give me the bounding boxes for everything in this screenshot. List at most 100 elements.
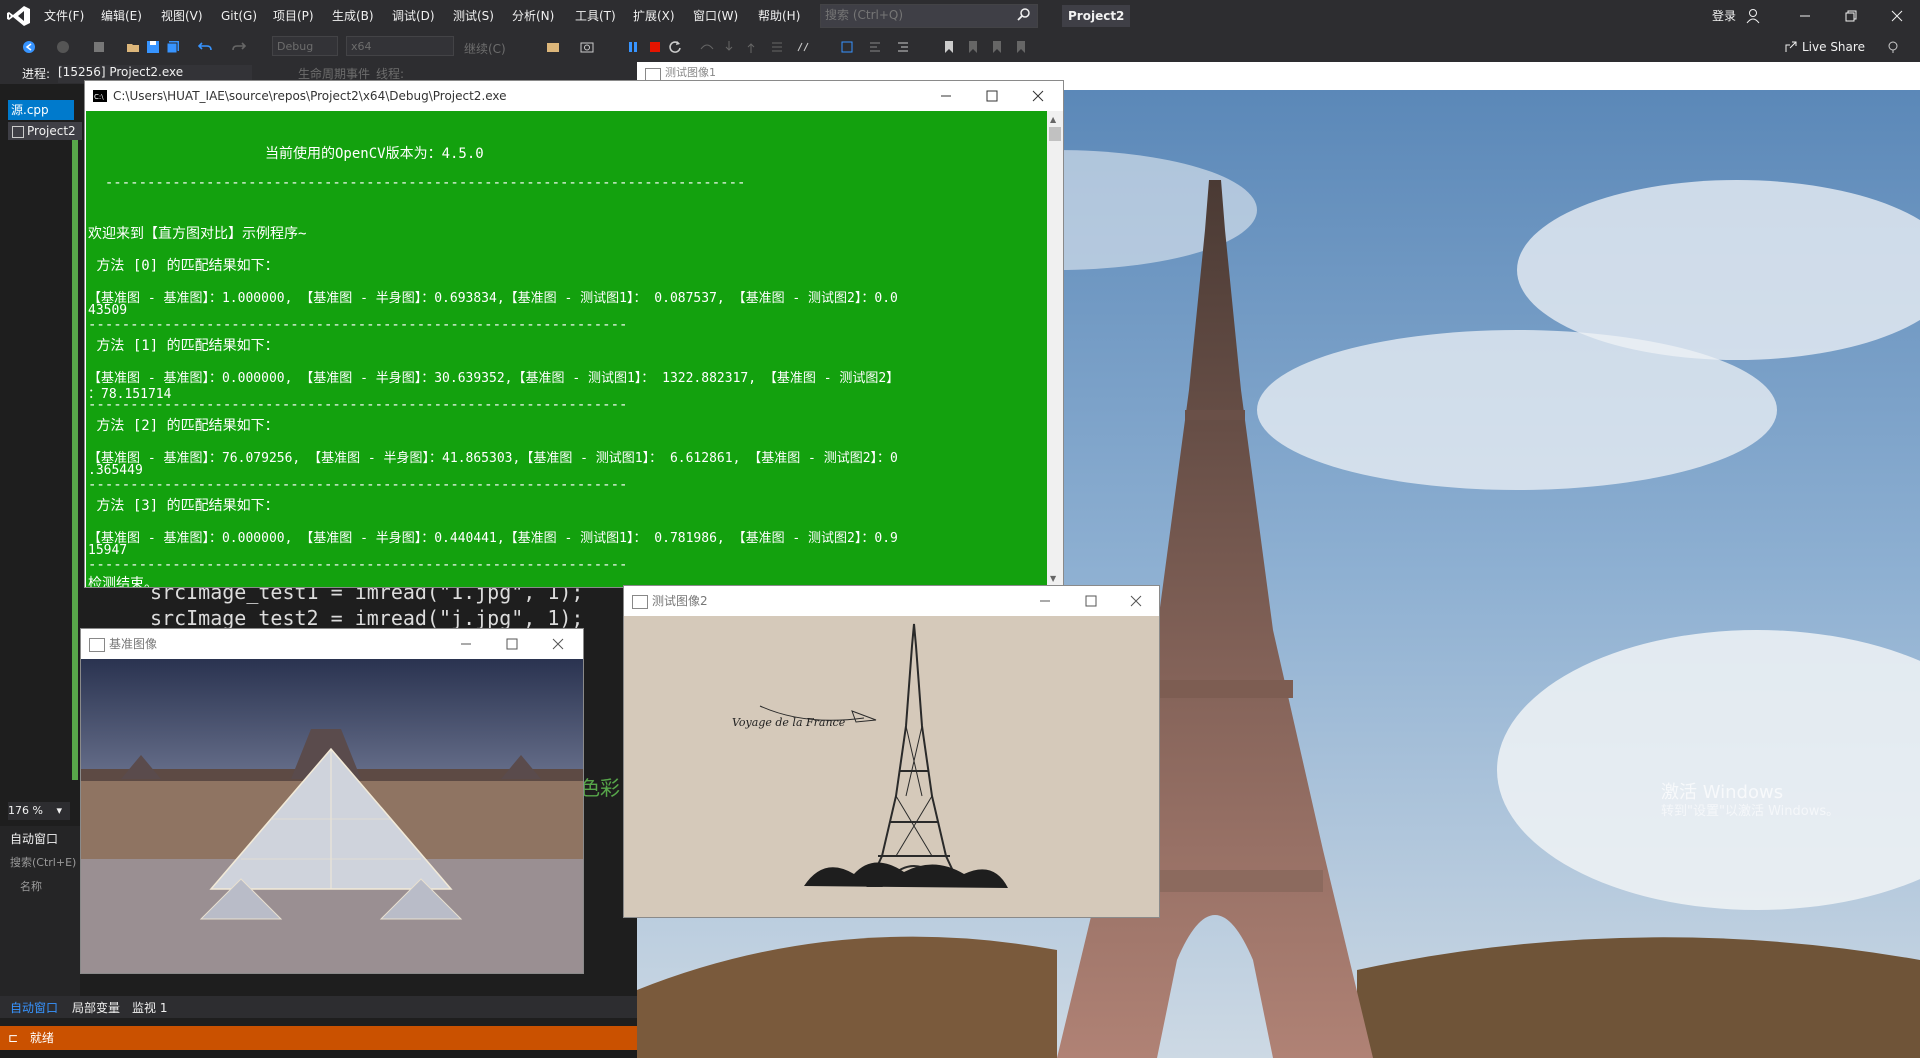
name-column-header[interactable]: 名称: [20, 878, 42, 894]
menu-debug[interactable]: 调试(D): [392, 0, 435, 32]
feedback-icon[interactable]: [1886, 40, 1900, 54]
search-icon[interactable]: [1017, 7, 1031, 21]
forward-icon[interactable]: [56, 40, 70, 54]
platform-dropdown[interactable]: x64: [346, 36, 454, 56]
console-line: ----------------------------------------…: [88, 477, 628, 493]
maximize-button[interactable]: [489, 629, 535, 659]
indent-icon[interactable]: [896, 40, 910, 54]
toolbar: Debug x64 继续(C) Live Share: [0, 32, 1920, 62]
restart-icon[interactable]: [668, 40, 682, 54]
solution-config-dropdown[interactable]: Debug: [272, 36, 338, 56]
tab-autos[interactable]: 自动窗口: [10, 999, 58, 1016]
console-title-bar[interactable]: C:\ C:\Users\HUAT_IAE\source\repos\Proje…: [85, 81, 1063, 111]
autos-search[interactable]: 搜索(Ctrl+E): [10, 854, 76, 870]
stop-icon[interactable]: [648, 40, 662, 54]
live-share-icon[interactable]: [1784, 40, 1798, 54]
bookmark-icon[interactable]: [942, 40, 956, 54]
console-title: C:\Users\HUAT_IAE\source\repos\Project2\…: [113, 89, 507, 103]
save-all-icon[interactable]: [166, 40, 180, 54]
project-icon: [12, 125, 24, 138]
window-icon: [632, 595, 648, 609]
close-button[interactable]: [1874, 0, 1920, 32]
minimize-button[interactable]: [1022, 586, 1068, 616]
sketch-caption: Voyage de la France: [732, 716, 846, 729]
status-text: 就绪: [29, 1031, 54, 1045]
scrollbar-thumb[interactable]: [1049, 127, 1061, 141]
minimize-button[interactable]: [923, 81, 969, 111]
step-back-icon[interactable]: [770, 40, 784, 54]
step-out-icon[interactable]: [744, 40, 758, 54]
menu-file[interactable]: 文件(F): [44, 0, 84, 32]
svg-text:C:\: C:\: [94, 93, 104, 101]
document-tab-source[interactable]: 源.cpp ⊣: [8, 100, 74, 137]
close-button[interactable]: [535, 629, 581, 659]
console-window[interactable]: C:\ C:\Users\HUAT_IAE\source\repos\Proje…: [84, 80, 1064, 588]
comment-icon[interactable]: [868, 40, 882, 54]
menu-help[interactable]: 帮助(H): [758, 0, 800, 32]
menu-view[interactable]: 视图(V): [161, 0, 203, 32]
search-box[interactable]: [820, 4, 1038, 28]
search-input[interactable]: [821, 5, 1005, 25]
window-title-bar[interactable]: 测试图像2: [624, 586, 1159, 616]
pause-icon[interactable]: [626, 40, 640, 54]
thread-icon[interactable]: [840, 40, 854, 54]
attach-icon[interactable]: [546, 40, 560, 54]
menu-window[interactable]: 窗口(W): [693, 0, 738, 32]
louvre-pyramid-photo: [81, 659, 583, 973]
live-share-button[interactable]: Live Share: [1802, 40, 1865, 54]
menu-build[interactable]: 生成(B): [332, 0, 374, 32]
project-selector[interactable]: Project2: [8, 122, 82, 140]
camera-icon[interactable]: [580, 40, 594, 54]
menu-edit[interactable]: 编辑(E): [101, 0, 142, 32]
step-over-icon[interactable]: [700, 40, 714, 54]
test-image-2-window[interactable]: 测试图像2 Voyage de la France: [623, 585, 1160, 918]
console-line: 检测结束。: [88, 576, 158, 587]
visual-studio-logo-icon[interactable]: [6, 4, 32, 28]
minimize-button[interactable]: [443, 629, 489, 659]
open-file-icon[interactable]: [126, 40, 140, 54]
restore-button[interactable]: [1828, 0, 1874, 32]
redo-icon[interactable]: [232, 40, 246, 54]
new-project-icon[interactable]: [92, 40, 106, 54]
step-into-icon[interactable]: [722, 40, 736, 54]
code-line[interactable]: srcImage_test2 = imread("j.jpg", 1);: [150, 606, 583, 630]
scroll-up-icon[interactable]: ▲: [1050, 115, 1056, 124]
editor-gutter: [0, 140, 80, 800]
minimize-button[interactable]: [1782, 0, 1828, 32]
clear-bookmarks-icon[interactable]: [1014, 40, 1028, 54]
window-title-bar[interactable]: 基准图像: [81, 629, 583, 659]
tab-watch-1[interactable]: 监视 1: [132, 999, 167, 1016]
back-icon[interactable]: [22, 40, 36, 54]
scroll-down-icon[interactable]: ▼: [1050, 574, 1056, 583]
zoom-dropdown[interactable]: 176 % ▾: [8, 802, 70, 820]
close-button[interactable]: [1015, 81, 1061, 111]
maximize-button[interactable]: [969, 81, 1015, 111]
console-line: ----------------------------------------…: [88, 397, 628, 413]
status-bar: ⊏ 就绪: [0, 1026, 640, 1050]
hex-display-icon[interactable]: [796, 40, 810, 54]
chevron-down-icon[interactable]: ▾: [56, 804, 62, 817]
close-button[interactable]: [1113, 586, 1159, 616]
save-icon[interactable]: [146, 40, 160, 54]
console-line: 欢迎来到【直方图对比】示例程序~: [88, 226, 307, 242]
continue-button[interactable]: 继续(C): [464, 40, 506, 57]
tab-locals[interactable]: 局部变量: [72, 999, 120, 1016]
window-title: 测试图像2: [652, 594, 708, 608]
console-scrollbar[interactable]: ▲ ▼: [1047, 111, 1063, 587]
menu-test[interactable]: 测试(S): [453, 0, 494, 32]
sign-in-link[interactable]: 登录: [1712, 0, 1736, 32]
base-image-window[interactable]: 基准图像: [80, 628, 584, 974]
user-icon[interactable]: [1746, 8, 1760, 24]
prev-bookmark-icon[interactable]: [966, 40, 980, 54]
autos-panel: 自动窗口 搜索(Ctrl+E) 名称: [0, 826, 80, 996]
next-bookmark-icon[interactable]: [990, 40, 1004, 54]
menu-extensions[interactable]: 扩展(X): [633, 0, 675, 32]
maximize-button[interactable]: [1068, 586, 1114, 616]
process-label: 进程:: [22, 67, 51, 81]
menu-analyze[interactable]: 分析(N): [512, 0, 554, 32]
menu-tools[interactable]: 工具(T): [575, 0, 616, 32]
console-output[interactable]: 当前使用的OpenCV版本为：4.5.0 -------------------…: [86, 111, 1048, 587]
menu-git[interactable]: Git(G): [221, 0, 257, 32]
menu-project[interactable]: 项目(P): [273, 0, 314, 32]
undo-icon[interactable]: [198, 40, 212, 54]
